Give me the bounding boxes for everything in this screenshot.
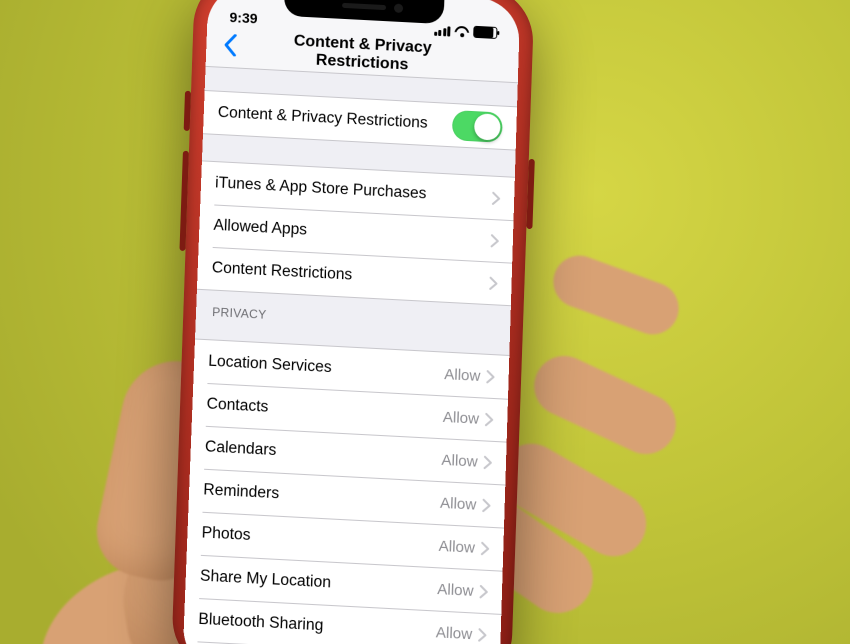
hand-finger (546, 248, 686, 341)
wifi-icon (454, 25, 469, 37)
chevron-right-icon (478, 628, 487, 642)
chevron-right-icon (486, 370, 494, 384)
row-value: Allow (441, 451, 478, 470)
chevron-right-icon (485, 412, 493, 426)
chevron-right-icon (482, 498, 491, 512)
status-time: 9:39 (229, 9, 258, 26)
row-value: Allow (437, 580, 474, 599)
row-label: Calendars (205, 438, 442, 469)
photo-background: 9:39 Conte (0, 0, 850, 644)
row-label: Contacts (206, 395, 443, 426)
chevron-left-icon (223, 33, 238, 61)
cellular-icon (434, 24, 451, 36)
row-label: Photos (201, 524, 439, 555)
content-privacy-switch[interactable] (452, 110, 503, 143)
chevron-right-icon (479, 584, 488, 598)
row-value: Allow (443, 408, 480, 427)
battery-icon (473, 26, 497, 39)
row-label: Content Restrictions (212, 259, 490, 292)
chevron-right-icon (491, 234, 499, 248)
status-right (434, 24, 498, 39)
row-label: Allowed Apps (213, 217, 491, 250)
privacy-group: Location ServicesAllowContactsAllowCalen… (182, 338, 509, 644)
row-label: Location Services (208, 352, 445, 383)
row-value: Allow (444, 365, 481, 384)
row-label: Reminders (203, 481, 440, 512)
phone-screen: 9:39 Conte (182, 0, 520, 644)
row-value: Allow (440, 494, 477, 513)
chevron-right-icon (484, 455, 492, 469)
chevron-right-icon (492, 191, 500, 205)
general-group: iTunes & App Store Purchases Allowed Apps… (197, 160, 515, 306)
settings-content[interactable]: Content & Privacy Restrictions iTunes & … (182, 64, 518, 644)
row-label: Bluetooth Sharing (198, 610, 436, 641)
phone: 9:39 Conte (171, 0, 535, 644)
content-privacy-toggle-label: Content & Privacy Restrictions (217, 104, 452, 134)
row-label: iTunes & App Store Purchases (215, 174, 493, 207)
phone-case: 9:39 Conte (171, 0, 535, 644)
hand-finger (524, 346, 685, 464)
row-value: Allow (438, 537, 475, 556)
chevron-right-icon (489, 276, 497, 290)
power-button (526, 159, 534, 229)
row-label: Share My Location (200, 567, 438, 598)
chevron-right-icon (481, 541, 490, 555)
back-button[interactable] (212, 26, 250, 68)
row-value: Allow (436, 623, 473, 642)
